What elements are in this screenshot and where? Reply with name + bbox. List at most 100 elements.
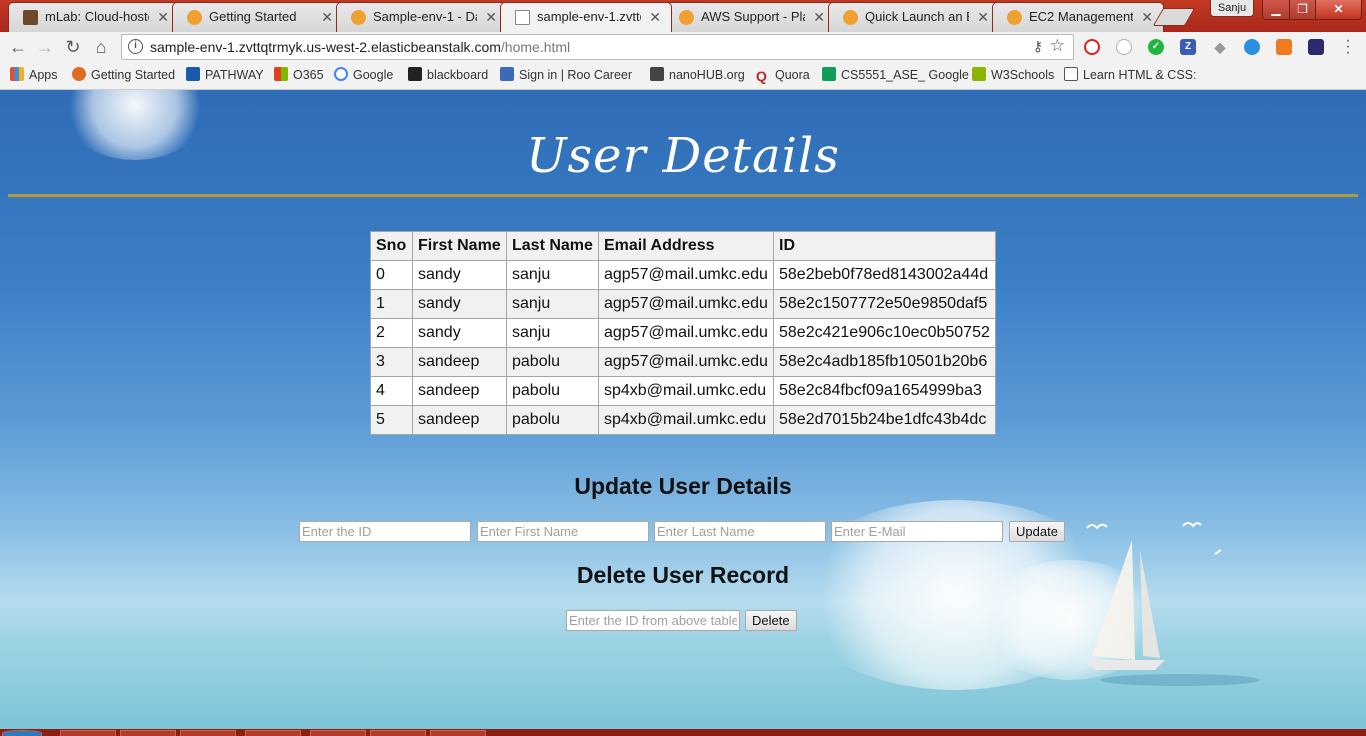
window-close-button[interactable]: ✕ [1315, 0, 1362, 20]
check-extension-icon[interactable]: ✓ [1148, 39, 1164, 55]
cell-sno: 4 [370, 376, 413, 406]
update-first-name-input[interactable] [477, 521, 649, 542]
address-bar[interactable]: i sample-env-1.zvttqtrmyk.us-west-2.elas… [121, 34, 1074, 60]
update-id-input[interactable] [299, 521, 471, 542]
bookmark-star-icon[interactable]: ☆ [1050, 36, 1065, 56]
compass-extension-icon[interactable] [1244, 39, 1260, 55]
aws-favicon-icon [1007, 10, 1022, 25]
cell-first-name: sandeep [412, 405, 507, 435]
close-tab-icon[interactable]: ✕ [977, 3, 989, 31]
bookmark-cs5551[interactable]: CS5551_ASE_ Google [822, 67, 969, 85]
taskbar-app[interactable] [60, 730, 116, 736]
tab-ec2-management[interactable]: EC2 Management C ✕ [992, 2, 1164, 32]
bookmark-learn-html[interactable]: Learn HTML & CSS: P [1064, 67, 1199, 85]
nanohub-icon [650, 67, 664, 81]
tab-quick-launch[interactable]: Quick Launch an E ✕ [828, 2, 1000, 32]
w3schools-icon [972, 67, 986, 81]
cell-email: agp57@mail.umkc.edu [598, 347, 774, 377]
home-icon[interactable]: ⌂ [91, 37, 111, 57]
aws-favicon-icon [679, 10, 694, 25]
cell-sno: 1 [370, 289, 413, 319]
forward-arrow-icon[interactable]: → [35, 37, 55, 57]
grid-extension-icon[interactable] [1276, 39, 1292, 55]
update-email-input[interactable] [831, 521, 1003, 542]
close-tab-icon[interactable]: ✕ [157, 3, 169, 31]
site-info-icon[interactable]: i [128, 39, 143, 54]
cell-first-name: sandeep [412, 347, 507, 377]
update-button[interactable]: Update [1009, 521, 1065, 542]
taskbar-app[interactable] [245, 730, 301, 736]
bookmark-blackboard[interactable]: blackboard [408, 67, 488, 85]
close-tab-icon[interactable]: ✕ [649, 3, 661, 31]
taskbar-app[interactable] [310, 730, 366, 736]
update-last-name-input[interactable] [654, 521, 826, 542]
tab-strip: mLab: Cloud-hoste ✕ Getting Started ✕ Sa… [0, 0, 1366, 32]
cell-email: agp57@mail.umkc.edu [598, 289, 774, 319]
browser-toolbar: ← → ↻ ⌂ i sample-env-1.zvttqtrmyk.us-wes… [0, 32, 1366, 62]
google-sheets-icon [822, 67, 836, 81]
tab-getting-started[interactable]: Getting Started ✕ [172, 2, 344, 32]
tab-title: Getting Started [209, 9, 297, 24]
close-tab-icon[interactable]: ✕ [1141, 3, 1153, 31]
opera-extension-icon[interactable] [1084, 39, 1100, 55]
cell-id: 58e2beb0f78ed8143002a44d [773, 260, 996, 290]
bookmark-label: nanoHUB.org [669, 68, 745, 82]
mlab-favicon-icon [23, 10, 38, 25]
z-extension-icon[interactable]: Z [1180, 39, 1196, 55]
cell-email: sp4xb@mail.umkc.edu [598, 405, 774, 435]
update-section-heading: Update User Details [574, 473, 792, 499]
tab-title: AWS Support - Pla [701, 9, 805, 24]
start-button[interactable] [2, 730, 42, 736]
taskbar-app[interactable] [370, 730, 426, 736]
apps-grid-icon [10, 67, 24, 81]
column-header-id: ID [773, 231, 996, 261]
url-path: /home.html [500, 39, 571, 55]
bookmark-apps[interactable]: Apps [10, 67, 58, 85]
bookmark-getting-started[interactable]: Getting Started [72, 67, 175, 85]
cell-sno: 3 [370, 347, 413, 377]
taskbar-app[interactable] [180, 730, 236, 736]
cell-email: sp4xb@mail.umkc.edu [598, 376, 774, 406]
tab-title: mLab: Cloud-hoste [45, 9, 149, 24]
bookmark-pathway[interactable]: PATHWAY [186, 67, 264, 85]
cell-last-name: sanju [506, 260, 599, 290]
tab-sample-env-active[interactable]: sample-env-1.zvttq ✕ [500, 2, 672, 32]
title-divider [8, 194, 1358, 197]
browser-menu-icon[interactable]: · · · [1343, 33, 1353, 61]
key-icon[interactable]: ⚷ [1033, 38, 1043, 55]
taskbar-app[interactable] [430, 730, 486, 736]
close-tab-icon[interactable]: ✕ [485, 3, 497, 31]
table-header-row: Sno First Name Last Name Email Address I… [370, 231, 996, 261]
close-tab-icon[interactable]: ✕ [321, 3, 333, 31]
reload-icon[interactable]: ↻ [63, 37, 83, 57]
cell-last-name: pabolu [506, 376, 599, 406]
bookmark-w3schools[interactable]: W3Schools [972, 67, 1054, 85]
back-arrow-icon[interactable]: ← [8, 37, 28, 57]
delete-button[interactable]: Delete [745, 610, 797, 631]
minimize-button[interactable]: ▁ [1262, 0, 1290, 20]
bookmark-roo-career[interactable]: Sign in | Roo Career N [500, 67, 635, 85]
tab-aws-support[interactable]: AWS Support - Pla ✕ [664, 2, 836, 32]
delete-id-input[interactable] [566, 610, 740, 631]
tab-sample-env-dashboard[interactable]: Sample-env-1 - Da ✕ [336, 2, 508, 32]
timer-extension-icon[interactable] [1116, 39, 1132, 55]
bookmark-quora[interactable]: Q Quora [756, 67, 810, 85]
cell-id: 58e2c421e906c10ec0b50752 [773, 318, 996, 348]
bookmark-label: Learn HTML & CSS: P [1083, 68, 1199, 82]
bookmark-google[interactable]: Google [334, 67, 393, 85]
layers-extension-icon[interactable]: ◆ [1212, 39, 1228, 55]
bookmark-o365[interactable]: O365 [274, 67, 324, 85]
close-tab-icon[interactable]: ✕ [813, 3, 825, 31]
bookmark-nanohub[interactable]: nanoHUB.org [650, 67, 745, 85]
aws-favicon-icon [187, 10, 202, 25]
profile-button[interactable]: Sanju [1210, 0, 1254, 17]
cell-first-name: sandy [412, 318, 507, 348]
cell-sno: 2 [370, 318, 413, 348]
taskbar-app[interactable] [120, 730, 176, 736]
url-host: sample-env-1.zvttqtrmyk.us-west-2.elasti… [150, 39, 501, 55]
dark-extension-icon[interactable] [1308, 39, 1324, 55]
maximize-button[interactable]: ❐ [1289, 0, 1316, 20]
tab-mlab[interactable]: mLab: Cloud-hoste ✕ [8, 2, 180, 32]
bookmark-label: Sign in | Roo Career N [519, 68, 635, 82]
roo-career-icon [500, 67, 514, 81]
